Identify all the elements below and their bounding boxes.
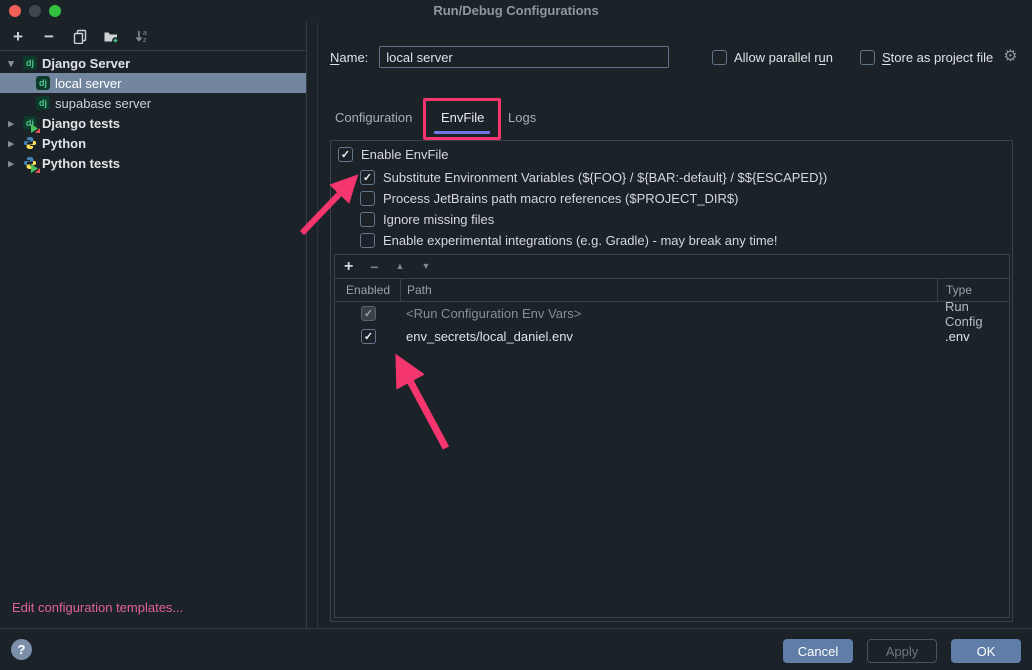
configurations-sidebar: + − az ▾ Django Server local server [0, 22, 307, 628]
store-as-project-file-option[interactable]: Store as project file ⚙ [860, 46, 1018, 68]
table-row[interactable]: <Run Configuration Env Vars> Run Config [335, 302, 1009, 325]
allow-parallel-run-label: Allow parallel run [734, 50, 833, 65]
tree-item-label: Python tests [42, 156, 120, 171]
window-title: Run/Debug Configurations [0, 3, 1032, 18]
svg-text:a: a [143, 30, 147, 37]
dialog-footer: ? Cancel Apply OK [0, 628, 1032, 670]
tree-item-python[interactable]: ▸ Python [0, 133, 306, 153]
configuration-editor-panel: Name: Allow parallel run Store as projec… [318, 22, 1032, 628]
move-down-icon[interactable]: ▼ [421, 262, 430, 271]
row-type: .env [937, 325, 1009, 348]
sort-configurations-icon[interactable]: az [134, 28, 150, 44]
process-path-macro-option[interactable]: Process JetBrains path macro references … [360, 189, 738, 207]
column-header-path[interactable]: Path [400, 279, 937, 301]
substitute-env-vars-option[interactable]: Substitute Environment Variables (${FOO}… [360, 168, 827, 186]
table-toolbar: + − ▲ ▼ [335, 255, 1009, 278]
experimental-integrations-checkbox[interactable] [360, 233, 375, 248]
add-env-file-icon[interactable]: + [344, 259, 353, 275]
gear-icon[interactable]: ⚙ [1003, 49, 1017, 65]
process-path-macro-label: Process JetBrains path macro references … [383, 191, 738, 206]
row-path: env_secrets/local_daniel.env [400, 325, 937, 348]
ignore-missing-files-option[interactable]: Ignore missing files [360, 210, 494, 228]
chevron-down-icon[interactable]: ▾ [4, 57, 18, 70]
experimental-integrations-option[interactable]: Enable experimental integrations (e.g. G… [360, 231, 778, 249]
tab-configuration[interactable]: Configuration [335, 110, 412, 125]
chevron-right-icon[interactable]: ▸ [4, 117, 18, 130]
tab-envfile[interactable]: EnvFile [441, 110, 484, 125]
substitute-env-vars-checkbox[interactable] [360, 170, 375, 185]
tree-item-django-tests[interactable]: ▸ Django tests [0, 113, 306, 133]
name-label: Name: [330, 50, 368, 65]
chevron-right-icon[interactable]: ▸ [4, 137, 18, 150]
name-row: Name: [330, 46, 669, 68]
tree-item-label: Python [42, 136, 86, 151]
python-icon [23, 136, 37, 150]
edit-configuration-templates-link[interactable]: Edit configuration templates... [12, 600, 183, 615]
chevron-right-icon[interactable]: ▸ [4, 157, 18, 170]
titlebar: Run/Debug Configurations [0, 0, 1032, 22]
name-input[interactable] [379, 46, 669, 68]
allow-parallel-run-option[interactable]: Allow parallel run [712, 46, 833, 68]
help-button[interactable]: ? [11, 639, 32, 660]
ignore-missing-files-label: Ignore missing files [383, 212, 494, 227]
copy-configuration-icon[interactable] [72, 28, 88, 44]
substitute-env-vars-label: Substitute Environment Variables (${FOO}… [383, 170, 827, 185]
django-icon [36, 76, 50, 90]
enable-envfile-checkbox[interactable] [338, 147, 353, 162]
store-as-project-file-label: Store as project file [882, 50, 993, 65]
django-icon [23, 56, 37, 70]
tab-logs[interactable]: Logs [508, 110, 536, 125]
row-path: <Run Configuration Env Vars> [400, 302, 937, 325]
row-type: Run Config [937, 302, 1009, 325]
cancel-button[interactable]: Cancel [783, 639, 853, 663]
sidebar-toolbar: + − az [0, 22, 306, 51]
remove-configuration-icon[interactable]: − [41, 28, 57, 44]
enable-envfile-option[interactable]: Enable EnvFile [338, 145, 448, 163]
row-enabled-checkbox [361, 306, 376, 321]
allow-parallel-run-checkbox[interactable] [712, 50, 727, 65]
apply-button[interactable]: Apply [867, 639, 937, 663]
process-path-macro-checkbox[interactable] [360, 191, 375, 206]
row-enabled-checkbox[interactable] [361, 329, 376, 344]
tree-item-python-tests[interactable]: ▸ Python tests [0, 153, 306, 173]
svg-text:z: z [143, 37, 147, 44]
tree-item-label: Django Server [42, 56, 130, 71]
add-configuration-icon[interactable]: + [10, 28, 26, 44]
tree-item-label: local server [55, 76, 121, 91]
experimental-integrations-label: Enable experimental integrations (e.g. G… [383, 233, 778, 248]
ignore-missing-files-checkbox[interactable] [360, 212, 375, 227]
env-files-table: + − ▲ ▼ Enabled Path Type <Run Configura… [334, 254, 1010, 618]
move-up-icon[interactable]: ▲ [396, 262, 405, 271]
run-debug-configurations-dialog: Run/Debug Configurations + − az ▾ Django… [0, 0, 1032, 670]
table-header: Enabled Path Type [335, 278, 1009, 302]
tree-item-local-server[interactable]: local server [0, 73, 306, 93]
enable-envfile-label: Enable EnvFile [361, 147, 448, 162]
new-folder-icon[interactable] [103, 28, 119, 44]
remove-env-file-icon[interactable]: − [370, 260, 378, 274]
django-tests-icon [23, 116, 37, 130]
tree-item-label: Django tests [42, 116, 120, 131]
active-tab-underline [434, 131, 490, 134]
tree-item-label: supabase server [55, 96, 151, 111]
django-icon [36, 96, 50, 110]
table-row[interactable]: env_secrets/local_daniel.env .env [335, 325, 1009, 348]
ok-button[interactable]: OK [951, 639, 1021, 663]
configurations-tree: ▾ Django Server local server supabase se… [0, 51, 306, 173]
tree-item-supabase-server[interactable]: supabase server [0, 93, 306, 113]
store-as-project-file-checkbox[interactable] [860, 50, 875, 65]
python-tests-icon [23, 156, 37, 170]
envfile-tab-content: Enable EnvFile Substitute Environment Va… [330, 140, 1013, 622]
tree-item-django-server[interactable]: ▾ Django Server [0, 53, 306, 73]
column-header-enabled[interactable]: Enabled [335, 279, 400, 301]
